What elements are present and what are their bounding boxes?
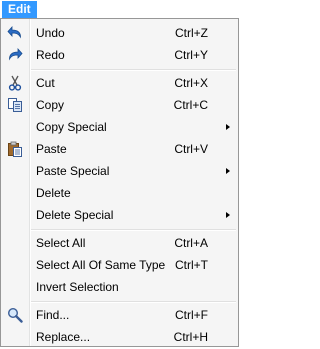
menu-item-shortcut: Ctrl+F xyxy=(175,308,208,322)
edit-menu-title[interactable]: Edit xyxy=(2,1,37,18)
menu-item-shortcut: Ctrl+X xyxy=(174,76,208,90)
menu-item-shortcut: Ctrl+A xyxy=(174,236,208,250)
undo-icon xyxy=(7,25,23,41)
menu-item-redo[interactable]: Redo Ctrl+Y xyxy=(3,44,236,66)
menu-item-shortcut: Ctrl+T xyxy=(175,258,208,272)
menu-item-label: Select All xyxy=(36,236,86,250)
menu-item-copy-special[interactable]: Copy Special xyxy=(3,116,236,138)
menu-item-label: Paste xyxy=(36,142,67,156)
menu-item-invert-selection[interactable]: Invert Selection xyxy=(3,276,236,298)
menu-item-shortcut: Ctrl+Y xyxy=(174,48,208,62)
paste-icon xyxy=(7,141,23,157)
menu-item-label: Replace... xyxy=(36,330,91,344)
menu-item-label: Invert Selection xyxy=(36,280,119,294)
menu-item-undo[interactable]: Undo Ctrl+Z xyxy=(3,22,236,44)
menu-bar: Edit xyxy=(0,0,241,20)
menu-item-shortcut: Ctrl+H xyxy=(173,330,208,344)
submenu-arrow-icon xyxy=(226,212,230,218)
menu-item-shortcut: Ctrl+C xyxy=(173,98,208,112)
menu-item-replace[interactable]: Replace... Ctrl+H xyxy=(3,326,236,348)
menu-item-delete[interactable]: Delete xyxy=(3,182,236,204)
edit-menu-dropdown: Undo Ctrl+Z Redo Ctrl+Y Cut Ctrl+X Copy … xyxy=(0,18,239,347)
menu-item-label: Delete Special xyxy=(36,208,114,222)
menu-separator xyxy=(31,229,236,231)
menu-item-label: Delete xyxy=(36,186,71,200)
menu-item-shortcut: Ctrl+Z xyxy=(175,26,208,40)
menu-item-label: Find... xyxy=(36,308,70,322)
copy-icon xyxy=(7,97,23,113)
menu-separator xyxy=(31,301,236,303)
menu-item-paste[interactable]: Paste Ctrl+V xyxy=(3,138,236,160)
menu-item-cut[interactable]: Cut Ctrl+X xyxy=(3,72,236,94)
menu-item-label: Copy xyxy=(36,98,65,112)
redo-icon xyxy=(7,47,23,63)
menu-item-copy[interactable]: Copy Ctrl+C xyxy=(3,94,236,116)
find-icon xyxy=(7,307,23,323)
menu-item-label: Cut xyxy=(36,76,55,90)
menu-item-delete-special[interactable]: Delete Special xyxy=(3,204,236,226)
menu-item-label: Undo xyxy=(36,26,65,40)
menu-item-label: Redo xyxy=(36,48,65,62)
menu-item-label: Copy Special xyxy=(36,120,107,134)
menu-item-label: Paste Special xyxy=(36,164,110,178)
menu-item-select-all[interactable]: Select All Ctrl+A xyxy=(3,232,236,254)
cut-icon xyxy=(7,75,23,91)
menu-item-find[interactable]: Find... Ctrl+F xyxy=(3,304,236,326)
submenu-arrow-icon xyxy=(226,124,230,130)
menu-separator xyxy=(31,69,236,71)
submenu-arrow-icon xyxy=(226,168,230,174)
menu-item-label: Select All Of Same Type xyxy=(36,258,166,272)
menu-item-paste-special[interactable]: Paste Special xyxy=(3,160,236,182)
menu-item-select-all-same-type[interactable]: Select All Of Same Type Ctrl+T xyxy=(3,254,236,276)
menu-item-shortcut: Ctrl+V xyxy=(174,142,208,156)
